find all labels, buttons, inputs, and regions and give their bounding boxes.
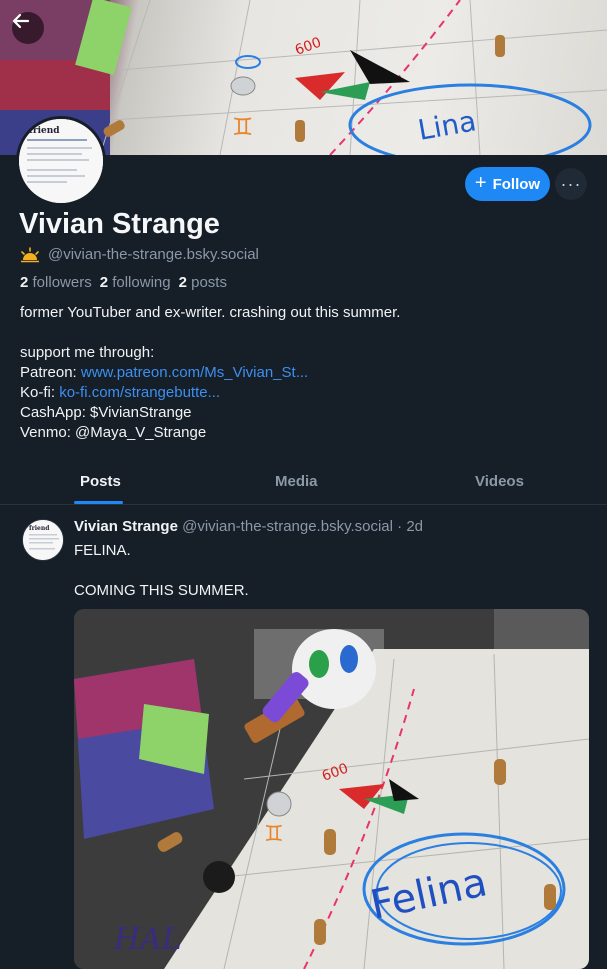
sunrise-icon (21, 246, 39, 262)
bio-kofi: Ko-fi: ko-fi.com/strangebutte... (20, 383, 590, 403)
tab-media[interactable]: Media (275, 473, 318, 490)
patreon-link[interactable]: www.patreon.com/Ms_Vivian_St... (81, 364, 308, 381)
following-label: following (112, 274, 171, 291)
post-text-line-2: COMING THIS SUMMER. (74, 582, 249, 599)
follow-button[interactable]: + Follow (465, 167, 550, 201)
bio-line-2: support me through: (20, 344, 155, 361)
followers-count: 2 (20, 274, 29, 291)
post-text-line-1: FELINA. (74, 542, 131, 559)
kofi-label: Ko-fi: (20, 384, 60, 401)
bio-cashapp: CashApp: $VivianStrange (20, 404, 192, 421)
posts-label: posts (191, 274, 227, 291)
post-photo: 600 Felina HAL ♊ (74, 609, 589, 969)
post-avatar-image: friend (23, 520, 63, 560)
profile-handle: @vivian-the-strange.bsky.social (48, 246, 259, 263)
svg-text:♊: ♊ (264, 822, 284, 847)
tab-posts[interactable]: Posts (80, 473, 121, 490)
patreon-label: Patreon: (20, 364, 81, 381)
kofi-link[interactable]: ko-fi.com/strangebutte... (59, 384, 220, 401)
active-tab-indicator (74, 501, 123, 504)
post-header: Vivian Strange @vivian-the-strange.bsky.… (74, 518, 423, 535)
posts-stat: 2 posts (179, 274, 227, 291)
profile-bio: former YouTuber and ex-writer. crashing … (20, 303, 590, 443)
ellipsis-icon: ··· (560, 173, 582, 194)
post-author-avatar[interactable]: friend (22, 519, 64, 561)
followers-stat[interactable]: 2 followers (20, 274, 92, 291)
post-text: FELINA. COMING THIS SUMMER. (74, 541, 249, 601)
bio-line-1: former YouTuber and ex-writer. crashing … (20, 304, 401, 321)
post-time[interactable]: 2d (406, 518, 423, 535)
profile-stats: 2 followers 2 following 2 posts (20, 274, 227, 291)
following-count: 2 (99, 274, 109, 291)
followers-label: followers (32, 274, 92, 291)
svg-text:♊: ♊ (232, 113, 254, 141)
svg-text:Lina: Lina (415, 104, 478, 147)
bio-patreon: Patreon: www.patreon.com/Ms_Vivian_St... (20, 363, 590, 383)
profile-name: Vivian Strange (19, 208, 220, 240)
following-stat[interactable]: 2 following (100, 274, 171, 291)
back-button[interactable] (12, 12, 44, 44)
posts-count: 2 (178, 274, 187, 291)
post-author-handle[interactable]: @vivian-the-strange.bsky.social (182, 518, 393, 535)
follow-label: Follow (492, 175, 541, 193)
svg-text:friend: friend (29, 126, 60, 136)
svg-text:HAL: HAL (113, 922, 182, 957)
avatar-image: friend (19, 119, 103, 203)
bio-venmo: Venmo: @Maya_V_Strange (20, 424, 207, 441)
post-author-name[interactable]: Vivian Strange (74, 518, 178, 535)
plus-icon: + (474, 172, 487, 194)
profile-tabs: Posts Media Videos (0, 460, 607, 505)
svg-text:friend: friend (29, 525, 50, 532)
handle-row: @vivian-the-strange.bsky.social (20, 246, 259, 263)
post-image[interactable]: 600 Felina HAL ♊ (74, 609, 589, 969)
svg-text:600: 600 (293, 35, 324, 59)
more-options-button[interactable]: ··· (555, 168, 587, 200)
tab-videos[interactable]: Videos (475, 473, 524, 490)
profile-avatar[interactable]: friend (16, 116, 106, 206)
arrow-left-icon (12, 13, 30, 29)
post-separator: · (392, 518, 407, 535)
